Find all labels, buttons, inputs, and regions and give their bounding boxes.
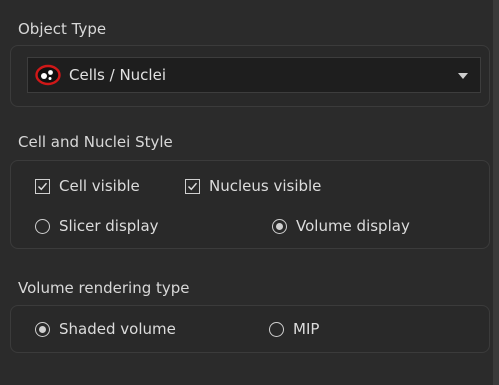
nucleus-visible-label: Nucleus visible [209,177,322,195]
volume-display-radio[interactable]: Volume display [272,217,410,235]
checkbox-checked-icon [35,178,50,194]
radio-unselected-icon [269,321,284,337]
radio-unselected-icon [35,218,50,234]
volume-display-label: Volume display [296,217,410,235]
mip-radio[interactable]: MIP [269,320,319,338]
slicer-display-label: Slicer display [59,217,159,235]
checkbox-checked-icon [185,178,200,194]
object-type-combo-value: Cells / Nuclei [69,66,166,84]
cell-visible-checkbox[interactable]: Cell visible [35,177,140,195]
radio-selected-icon [272,218,287,234]
chevron-down-icon[interactable] [458,73,468,79]
settings-panel: Object Type Cells / Nuclei Cell and Nucl… [0,0,499,385]
object-type-combo[interactable]: Cells / Nuclei [27,57,481,93]
radio-selected-icon [35,321,50,337]
shaded-volume-label: Shaded volume [59,320,176,338]
cell-nuclei-style-group [10,160,490,249]
object-type-title: Object Type [18,20,107,38]
shaded-volume-radio[interactable]: Shaded volume [35,320,176,338]
slicer-display-radio[interactable]: Slicer display [35,217,159,235]
cell-nuclei-style-title: Cell and Nuclei Style [18,133,173,151]
panel-edge [493,0,499,385]
nucleus-visible-checkbox[interactable]: Nucleus visible [185,177,321,195]
mip-label: MIP [293,320,320,338]
volume-rendering-title: Volume rendering type [18,279,190,297]
cells-nuclei-icon [35,64,61,86]
cell-visible-label: Cell visible [59,177,140,195]
